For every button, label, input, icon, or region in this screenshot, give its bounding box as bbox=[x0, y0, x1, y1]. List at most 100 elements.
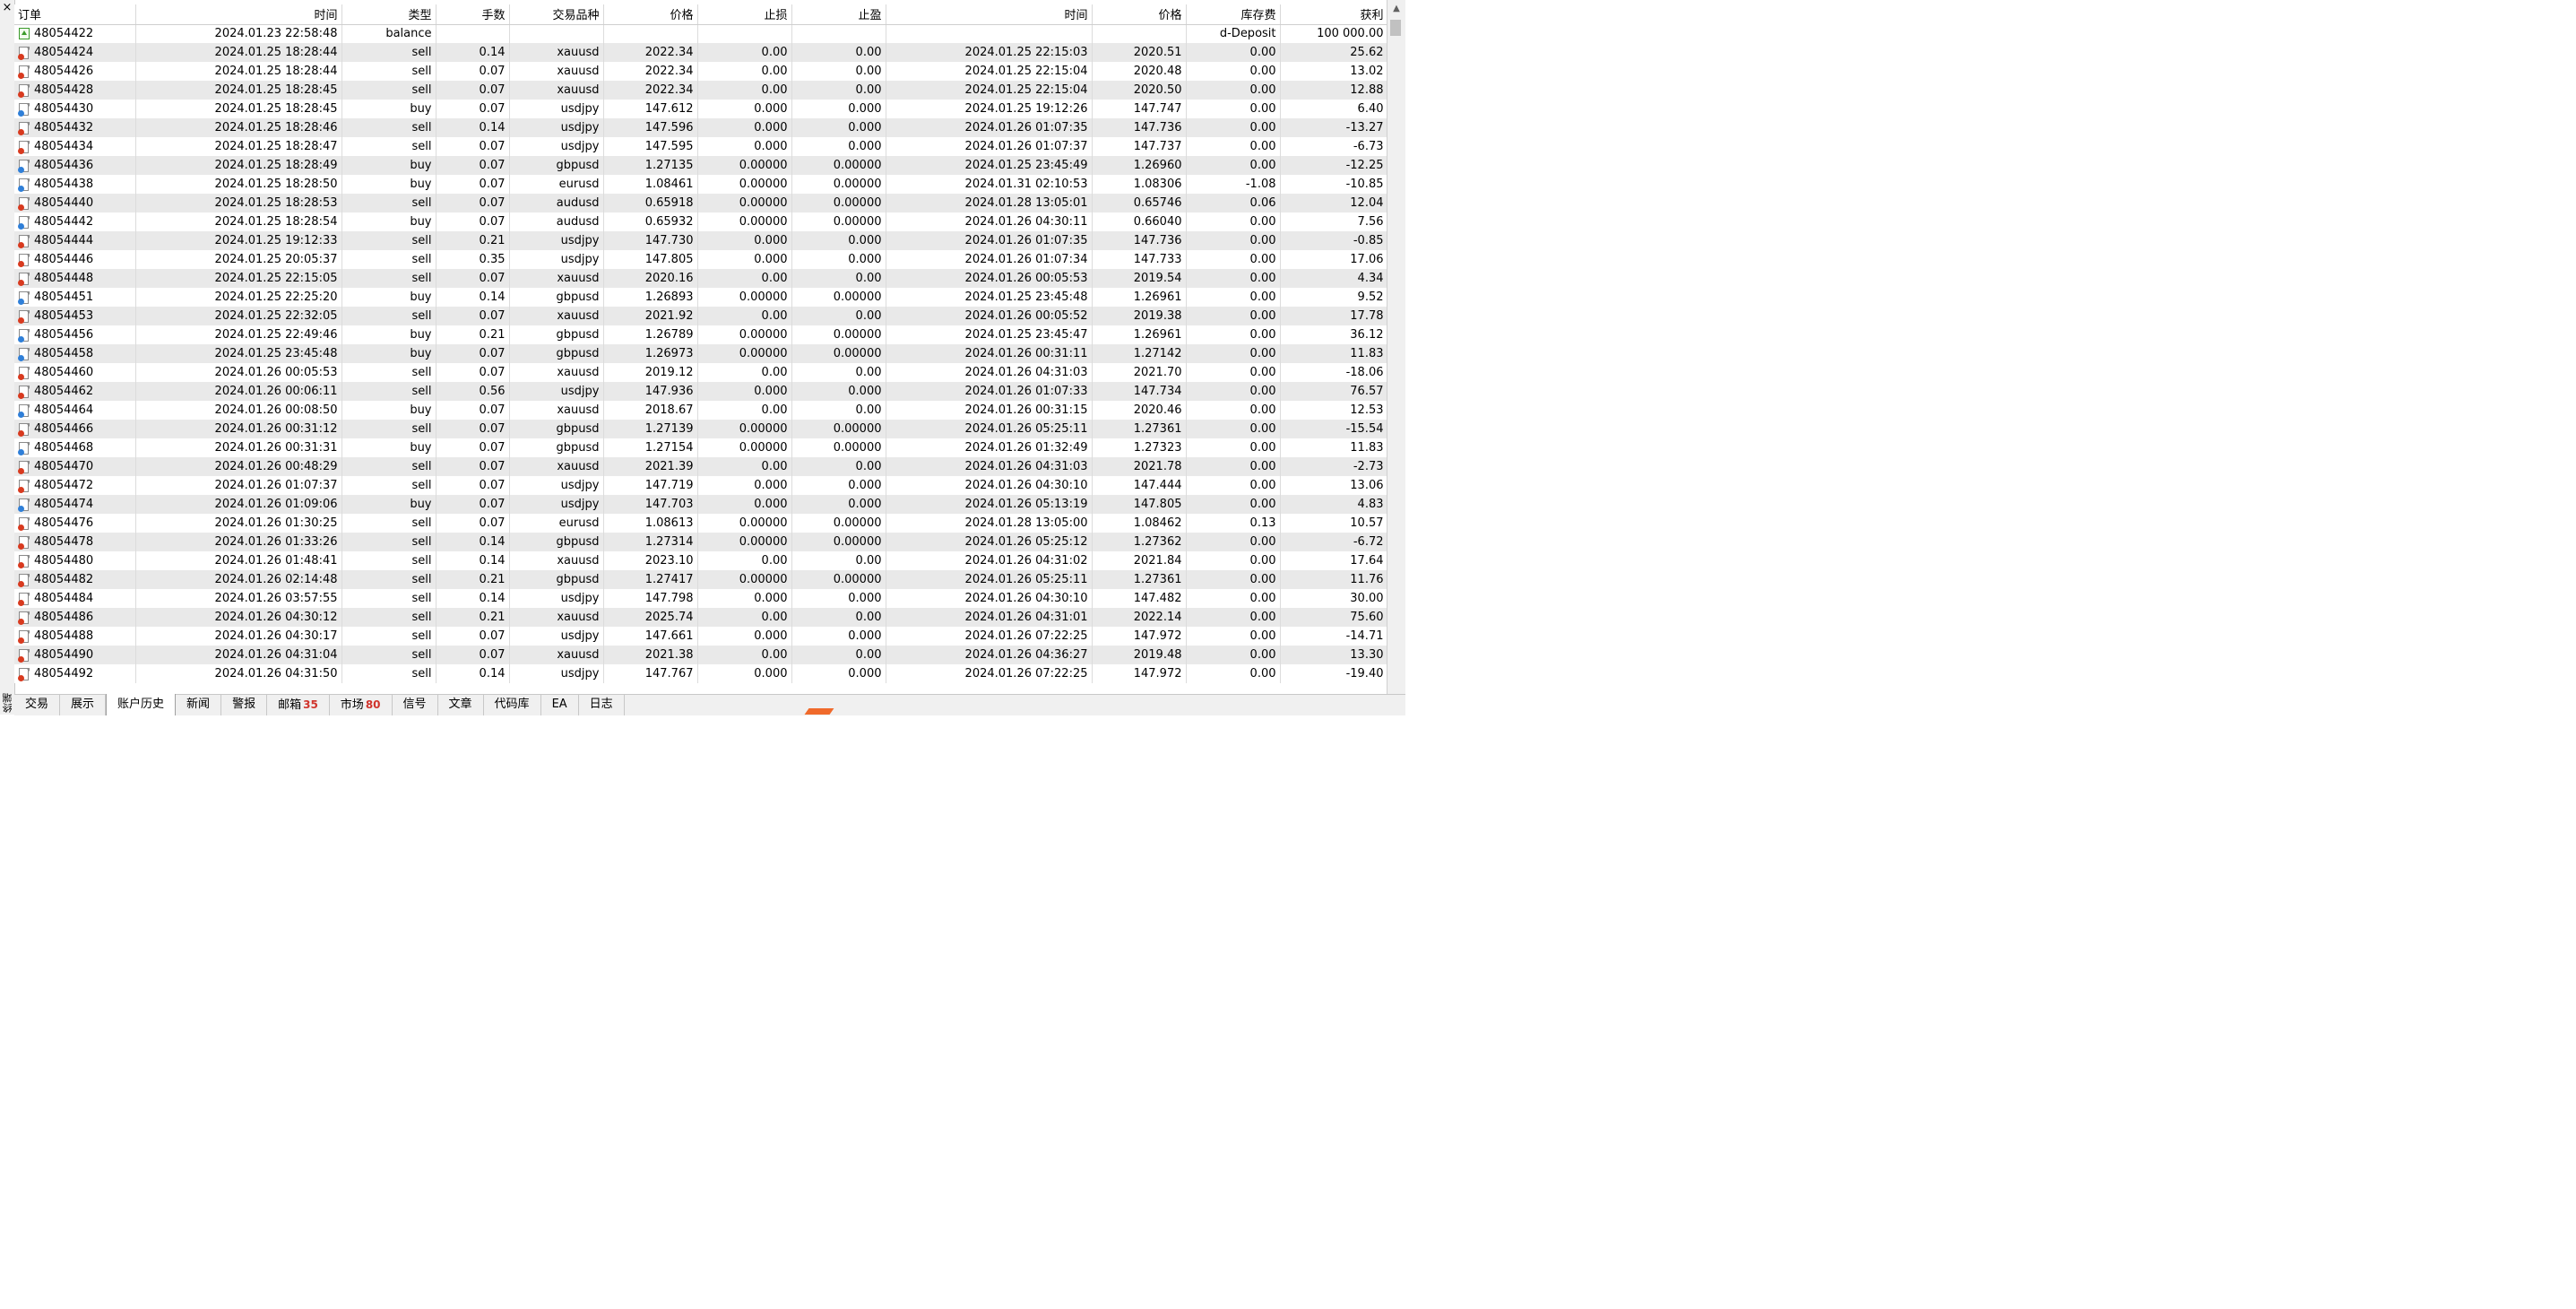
table-row[interactable]: 48054440 2024.01.25 18:28:53 sell 0.07 audus… bbox=[14, 194, 1387, 212]
cell-type: sell bbox=[341, 231, 437, 250]
cell-symbol: xauusd bbox=[509, 62, 604, 81]
table-row[interactable]: 48054490 2024.01.26 04:31:04 sell 0.07 xauus… bbox=[14, 646, 1387, 664]
cell-open-time: 2024.01.26 03:57:55 bbox=[135, 589, 342, 608]
table-row[interactable]: 48054451 2024.01.25 22:25:20 buy 0.14 gbpusd… bbox=[14, 288, 1387, 307]
scroll-up-arrow-icon[interactable]: ▲ bbox=[1387, 0, 1405, 18]
table-row[interactable]: 48054488 2024.01.26 04:30:17 sell 0.07 usdjp… bbox=[14, 627, 1387, 646]
tab-11[interactable]: 日志 bbox=[579, 695, 625, 715]
tab-9[interactable]: 代码库 bbox=[484, 695, 541, 715]
cell-profit: -14.71 bbox=[1280, 627, 1387, 646]
col-header-profit[interactable]: 获利 bbox=[1280, 4, 1387, 25]
sell-order-icon bbox=[18, 516, 30, 531]
tab-label: 交易 bbox=[25, 698, 49, 711]
table-row[interactable]: 48054480 2024.01.26 01:48:41 sell 0.14 xauus… bbox=[14, 551, 1387, 570]
col-header-stop-loss[interactable]: 止损 bbox=[697, 4, 792, 25]
buy-order-icon bbox=[18, 290, 30, 305]
scrollbar-thumb[interactable] bbox=[1390, 20, 1401, 36]
col-header-lots[interactable]: 手数 bbox=[436, 4, 510, 25]
table-row[interactable]: 48054468 2024.01.26 00:31:31 buy 0.07 gbpusd… bbox=[14, 438, 1387, 457]
cell-symbol: usdjpy bbox=[509, 231, 604, 250]
tab-2[interactable]: 账户历史 bbox=[106, 694, 177, 715]
vertical-scrollbar[interactable]: ▲ bbox=[1387, 0, 1405, 694]
cell-close-time: 2024.01.26 00:05:52 bbox=[886, 307, 1093, 325]
table-row[interactable]: 48054426 2024.01.25 18:28:44 sell 0.07 xauus… bbox=[14, 62, 1387, 81]
cell-profit: -15.54 bbox=[1280, 420, 1387, 438]
cell-take-profit: 0.000 bbox=[791, 495, 886, 514]
table-row[interactable]: 48054476 2024.01.26 01:30:25 sell 0.07 eurus… bbox=[14, 514, 1387, 533]
cell-profit: 36.12 bbox=[1280, 325, 1387, 344]
table-row[interactable]: 48054434 2024.01.25 18:28:47 sell 0.07 usdjp… bbox=[14, 137, 1387, 156]
cell-lots: 0.07 bbox=[436, 307, 510, 325]
col-header-symbol[interactable]: 交易品种 bbox=[509, 4, 604, 25]
col-header-close-time[interactable]: 时间 bbox=[886, 4, 1093, 25]
tab-10[interactable]: EA bbox=[541, 695, 579, 715]
table-row[interactable]: 48054428 2024.01.25 18:28:45 sell 0.07 xauus… bbox=[14, 81, 1387, 100]
col-header-open-price[interactable]: 价格 bbox=[603, 4, 698, 25]
tab-4[interactable]: 警报 bbox=[221, 695, 268, 715]
table-row[interactable]: 48054492 2024.01.26 04:31:50 sell 0.14 usdjp… bbox=[14, 664, 1387, 683]
cell-type: sell bbox=[341, 137, 437, 156]
col-header-swap[interactable]: 库存费 bbox=[1186, 4, 1281, 25]
table-row[interactable]: 48054484 2024.01.26 03:57:55 sell 0.14 usdjp… bbox=[14, 589, 1387, 608]
table-row[interactable]: 48054472 2024.01.26 01:07:37 sell 0.07 usdjp… bbox=[14, 476, 1387, 495]
cell-close-time: 2024.01.26 01:32:49 bbox=[886, 438, 1093, 457]
cell-stop-loss: 0.000 bbox=[697, 100, 792, 118]
tab-6[interactable]: 市场 80 bbox=[330, 695, 393, 715]
cell-stop-loss: 0.00 bbox=[697, 551, 792, 570]
table-row[interactable]: 48054453 2024.01.25 22:32:05 sell 0.07 xauus… bbox=[14, 307, 1387, 325]
table-row[interactable]: 48054460 2024.01.26 00:05:53 sell 0.07 xauus… bbox=[14, 363, 1387, 382]
table-row[interactable]: 48054486 2024.01.26 04:30:12 sell 0.21 xauus… bbox=[14, 608, 1387, 627]
cell-ticket: 48054490 bbox=[14, 646, 136, 664]
cell-open-time: 2024.01.25 18:28:49 bbox=[135, 156, 342, 175]
table-row[interactable]: 48054436 2024.01.25 18:28:49 buy 0.07 gbpusd… bbox=[14, 156, 1387, 175]
table-row[interactable]: 48054456 2024.01.25 22:49:46 buy 0.21 gbpusd… bbox=[14, 325, 1387, 344]
table-row[interactable]: 48054462 2024.01.26 00:06:11 sell 0.56 usdjp… bbox=[14, 382, 1387, 401]
table-row[interactable]: 48054442 2024.01.25 18:28:54 buy 0.07 audusd… bbox=[14, 212, 1387, 231]
cell-open-time: 2024.01.25 19:12:33 bbox=[135, 231, 342, 250]
ticket-number: 48054440 bbox=[34, 196, 94, 210]
tab-label: 展示 bbox=[71, 698, 95, 711]
tab-label: 市场 bbox=[340, 698, 364, 712]
table-row[interactable]: 48054448 2024.01.25 22:15:05 sell 0.07 xauus… bbox=[14, 269, 1387, 288]
table-row[interactable]: 48054424 2024.01.25 18:28:44 sell 0.14 xauus… bbox=[14, 43, 1387, 62]
cell-symbol: xauusd bbox=[509, 608, 604, 627]
cell-close-time: 2024.01.26 01:07:33 bbox=[886, 382, 1093, 401]
cell-symbol: xauusd bbox=[509, 551, 604, 570]
table-row-balance[interactable]: 48054422 2024.01.23 22:58:48 balance d-D… bbox=[14, 24, 1387, 43]
col-header-close-price[interactable]: 价格 bbox=[1092, 4, 1187, 25]
cell-type: sell bbox=[341, 533, 437, 551]
col-header-type[interactable]: 类型 bbox=[341, 4, 437, 25]
table-row[interactable]: 48054444 2024.01.25 19:12:33 sell 0.21 usdjp… bbox=[14, 231, 1387, 250]
cell-profit: 12.88 bbox=[1280, 81, 1387, 100]
ticket-number: 48054478 bbox=[34, 535, 94, 549]
cell-profit: 6.40 bbox=[1280, 100, 1387, 118]
cell-ticket: 48054474 bbox=[14, 495, 136, 514]
col-header-take-profit[interactable]: 止盈 bbox=[791, 4, 886, 25]
table-row[interactable]: 48054430 2024.01.25 18:28:45 buy 0.07 usdjpy… bbox=[14, 100, 1387, 118]
table-row[interactable]: 48054464 2024.01.26 00:08:50 buy 0.07 xauusd… bbox=[14, 401, 1387, 420]
table-row[interactable]: 48054478 2024.01.26 01:33:26 sell 0.14 gbpus… bbox=[14, 533, 1387, 551]
table-row[interactable]: 48054458 2024.01.25 23:45:48 buy 0.07 gbpusd… bbox=[14, 344, 1387, 363]
cell-close-price: 2020.50 bbox=[1092, 81, 1187, 100]
close-icon[interactable]: × bbox=[1, 2, 13, 14]
tab-3[interactable]: 新闻 bbox=[176, 695, 222, 715]
cell-profit: -19.40 bbox=[1280, 664, 1387, 683]
cell-lots: 0.07 bbox=[436, 137, 510, 156]
ticket-number: 48054472 bbox=[34, 479, 94, 492]
table-row[interactable]: 48054470 2024.01.26 00:48:29 sell 0.07 xauus… bbox=[14, 457, 1387, 476]
cell-empty bbox=[1092, 24, 1187, 43]
cell-stop-loss: 0.00 bbox=[697, 363, 792, 382]
table-row[interactable]: 48054482 2024.01.26 02:14:48 sell 0.21 gbpus… bbox=[14, 570, 1387, 589]
tab-1[interactable]: 展示 bbox=[60, 695, 107, 715]
table-row[interactable]: 48054466 2024.01.26 00:31:12 sell 0.07 gbpus… bbox=[14, 420, 1387, 438]
table-row[interactable]: 48054438 2024.01.25 18:28:50 buy 0.07 eurusd… bbox=[14, 175, 1387, 194]
col-header-open-time[interactable]: 时间 bbox=[135, 4, 342, 25]
tab-0[interactable]: 交易 bbox=[14, 695, 61, 715]
tab-7[interactable]: 信号 bbox=[393, 695, 438, 715]
col-header-ticket[interactable]: 订单 bbox=[14, 4, 136, 25]
tab-8[interactable]: 文章 bbox=[438, 695, 484, 715]
table-row[interactable]: 48054432 2024.01.25 18:28:46 sell 0.14 usdjp… bbox=[14, 118, 1387, 137]
table-row[interactable]: 48054474 2024.01.26 01:09:06 buy 0.07 usdjpy… bbox=[14, 495, 1387, 514]
tab-5[interactable]: 邮箱 35 bbox=[267, 695, 330, 715]
table-row[interactable]: 48054446 2024.01.25 20:05:37 sell 0.35 usdjp… bbox=[14, 250, 1387, 269]
